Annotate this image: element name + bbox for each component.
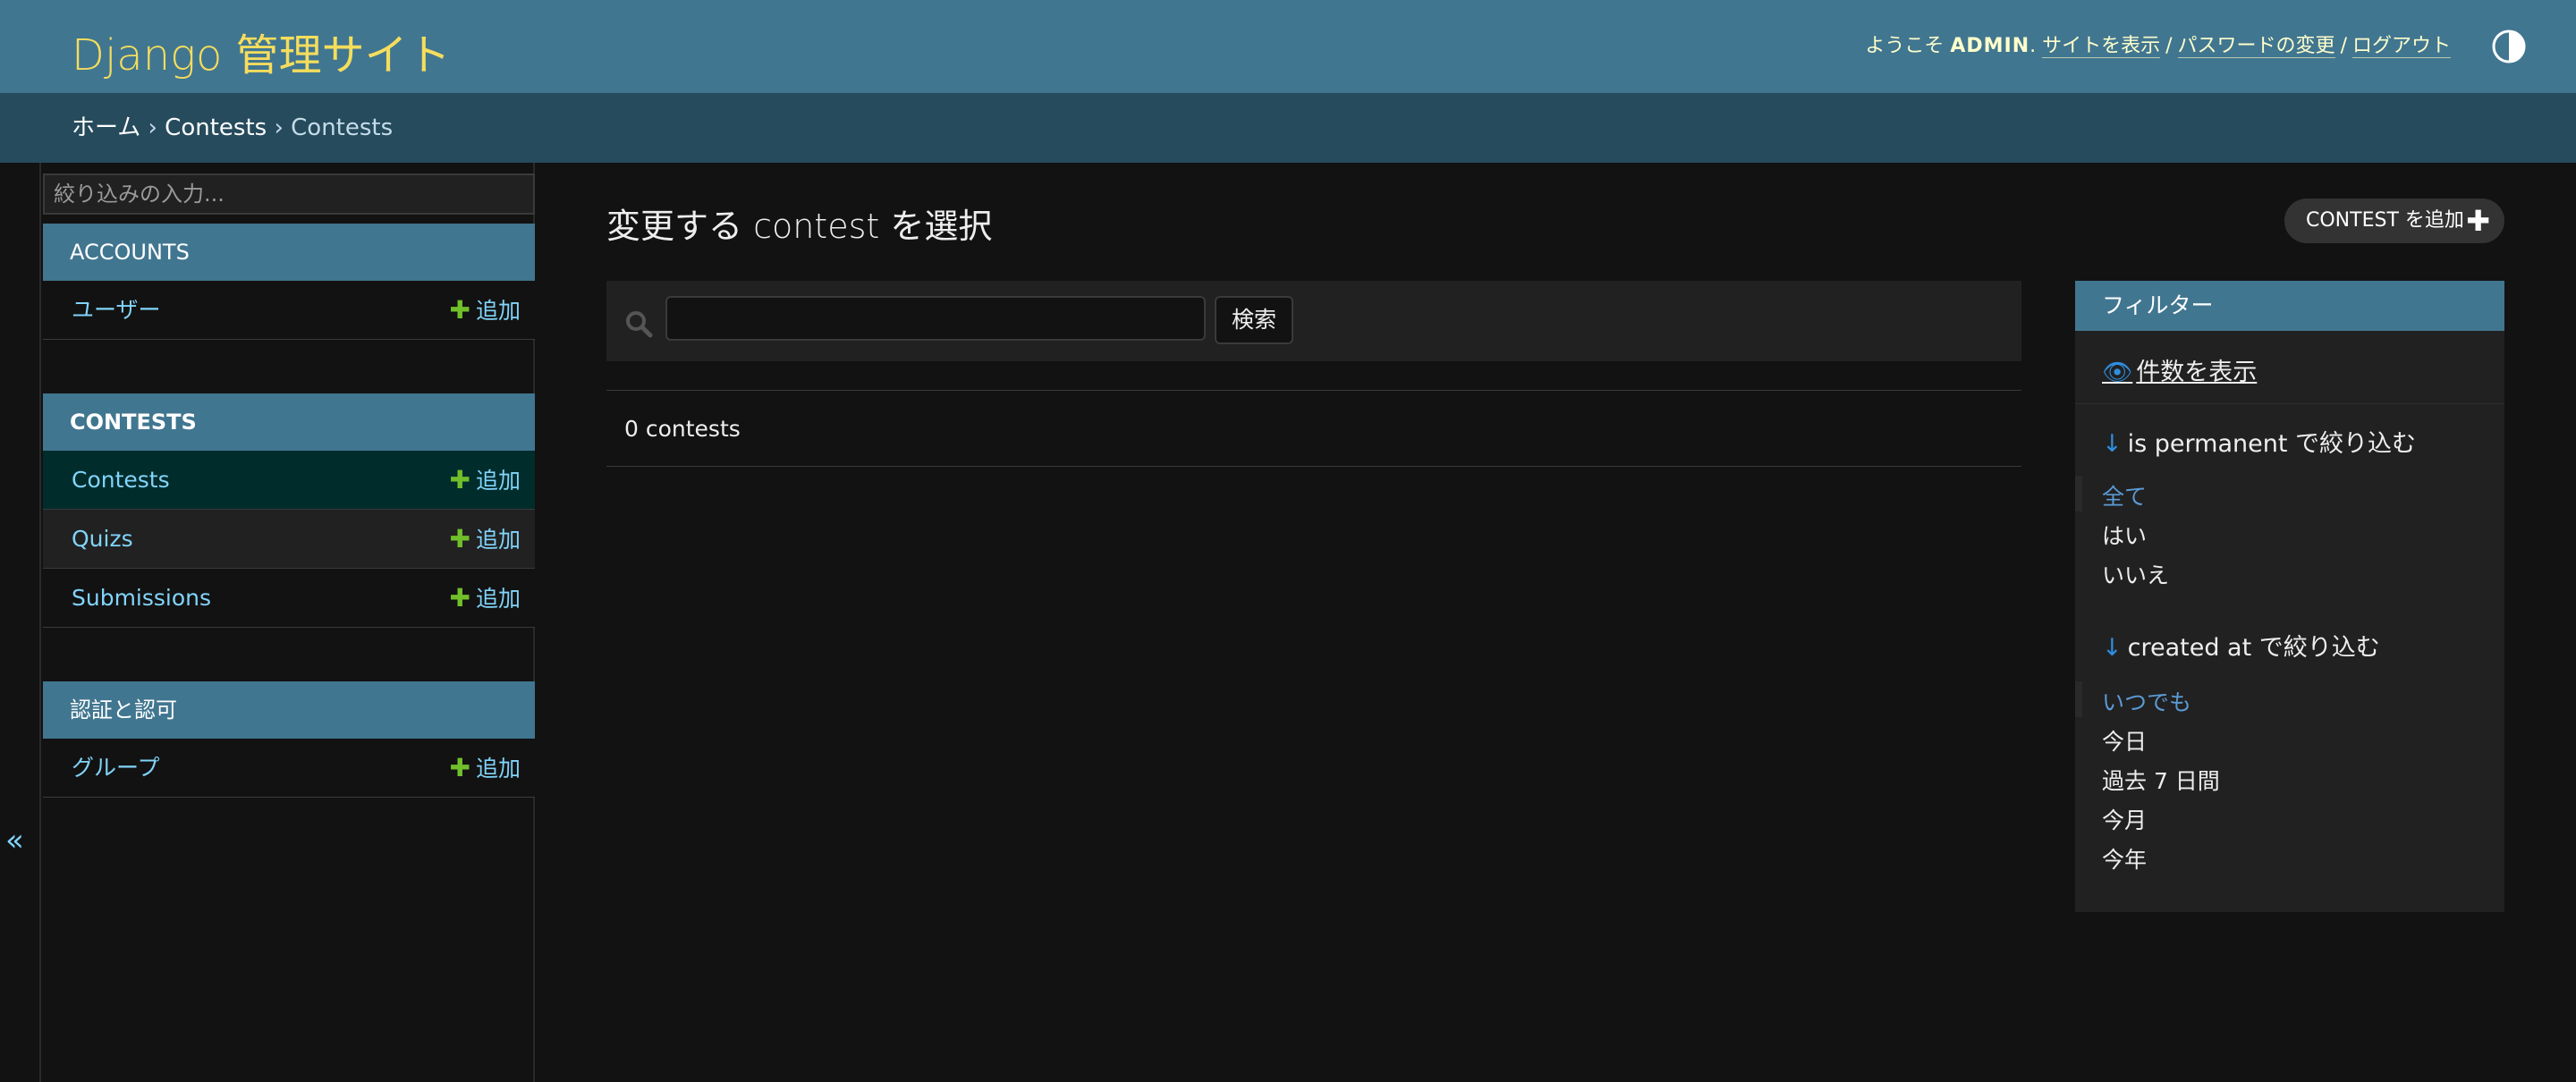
- contrast-icon[interactable]: [2491, 29, 2527, 64]
- result-count: 0 contests: [606, 390, 2021, 467]
- eye-icon: 👁: [2102, 359, 2133, 386]
- add-submission-link[interactable]: ✚ 追加: [450, 569, 521, 629]
- filter-heading-is-permanent[interactable]: ↓ is permanent で絞り込む: [2102, 424, 2416, 459]
- welcome-text: ようこそ: [1865, 35, 1945, 57]
- header: Django 管理サイト ようこそ ADMIN. サイトを表示 / パスワードの変更…: [0, 0, 2576, 93]
- show-counts-link[interactable]: 👁 件数を表示: [2102, 352, 2257, 387]
- breadcrumb-home[interactable]: ホーム: [72, 114, 140, 141]
- change-password-link[interactable]: パスワードの変更: [2177, 35, 2335, 58]
- filter-choice-no[interactable]: いいえ: [2102, 558, 2169, 590]
- arrow-down-icon: ↓: [2102, 430, 2123, 458]
- filter-choice-yes[interactable]: はい: [2102, 519, 2147, 551]
- filter-heading-label: is permanent で絞り込む: [2127, 430, 2417, 458]
- sidebar-item-users-link[interactable]: ユーザー: [72, 281, 161, 340]
- double-chevron-left-icon[interactable]: «: [5, 823, 24, 858]
- sidebar-item-submissions-link[interactable]: Submissions: [72, 569, 211, 628]
- username: ADMIN: [1950, 35, 2030, 57]
- sidebar-item-groups-link[interactable]: グループ: [72, 739, 160, 798]
- filter-choice-this-year[interactable]: 今年: [2102, 842, 2147, 875]
- sidebar-item-contests: Contests ✚ 追加: [43, 451, 535, 510]
- module-caption-contests[interactable]: CONTESTS: [43, 393, 535, 451]
- module-caption-auth[interactable]: 認証と認可: [43, 681, 535, 739]
- add-label: 追加: [475, 756, 521, 782]
- search-input[interactable]: [665, 296, 1206, 341]
- breadcrumb-separator: ›: [274, 114, 284, 141]
- module-contests: CONTESTS Contests ✚ 追加 Quizs ✚ 追加 Submissi…: [43, 393, 535, 628]
- sidebar-item-quizs: Quizs ✚ 追加: [43, 510, 535, 569]
- add-quiz-link[interactable]: ✚ 追加: [450, 510, 521, 570]
- divider: [2075, 403, 2504, 404]
- filter-choice-past-7-days[interactable]: 過去 7 日間: [2102, 764, 2220, 796]
- plus-icon: ✚: [2466, 204, 2490, 238]
- site-brand[interactable]: Django 管理サイト: [72, 20, 451, 82]
- breadcrumb-app[interactable]: Contests: [165, 114, 267, 141]
- breadcrumb: ホーム › Contests › Contests: [0, 93, 2576, 163]
- logout-link[interactable]: ログアウト: [2351, 35, 2451, 58]
- filter-choice-all[interactable]: 全て: [2102, 479, 2147, 511]
- sidebar-item-quizs-link[interactable]: Quizs: [72, 510, 133, 569]
- sidebar-item-submissions: Submissions ✚ 追加: [43, 569, 535, 628]
- filter-choice-today[interactable]: 今日: [2102, 724, 2147, 757]
- selected-marker: [2075, 681, 2082, 717]
- module-accounts: ACCOUNTS ユーザー ✚ 追加: [43, 224, 535, 340]
- plus-icon: ✚: [449, 524, 470, 554]
- sidebar: ACCOUNTS ユーザー ✚追加 CONTESTS Contests ✚追加 …: [39, 163, 535, 1082]
- sidebar-item-users: ユーザー ✚ 追加: [43, 281, 535, 340]
- add-label: 追加: [475, 468, 521, 494]
- filter-heading-created-at[interactable]: ↓ created at で絞り込む: [2102, 628, 2380, 663]
- module-auth: 認証と認可 グループ ✚ 追加: [43, 681, 535, 798]
- view-site-link[interactable]: サイトを表示: [2042, 35, 2161, 58]
- plus-icon: ✚: [449, 583, 470, 613]
- module-caption-accounts[interactable]: ACCOUNTS: [43, 224, 535, 281]
- plus-icon: ✚: [449, 753, 470, 782]
- add-label: 追加: [475, 527, 521, 553]
- search-button[interactable]: 検索: [1215, 296, 1293, 344]
- add-contest-button[interactable]: CONTEST を追加 ✚: [2284, 199, 2504, 243]
- separator: /: [2340, 35, 2347, 57]
- add-user-link[interactable]: ✚ 追加: [450, 281, 521, 341]
- filter-choice-this-month[interactable]: 今月: [2102, 803, 2147, 835]
- separator: /: [2165, 35, 2173, 57]
- arrow-down-icon: ↓: [2102, 634, 2123, 662]
- sidebar-filter-input[interactable]: [43, 173, 535, 215]
- filter-caption: フィルター: [2075, 281, 2504, 331]
- show-counts-label: 件数を表示: [2136, 359, 2258, 386]
- sidebar-item-contests-link[interactable]: Contests: [72, 451, 170, 510]
- add-group-link[interactable]: ✚ 追加: [450, 739, 521, 799]
- add-contest-link[interactable]: ✚ 追加: [450, 451, 521, 511]
- add-contest-button-label: CONTEST を追加: [2306, 209, 2464, 232]
- filter-choice-any-date[interactable]: いつでも: [2102, 685, 2191, 717]
- selected-marker: [2075, 476, 2082, 511]
- filter-heading-label: created at で絞り込む: [2127, 634, 2380, 662]
- plus-icon: ✚: [449, 295, 470, 325]
- search-toolbar: 検索: [606, 281, 2021, 361]
- search-icon: [626, 311, 653, 338]
- breadcrumb-separator: ›: [148, 114, 157, 141]
- breadcrumb-current: Contests: [291, 114, 394, 141]
- filter-panel: フィルター 👁 件数を表示 ↓ is permanent で絞り込む 全て はい い…: [2075, 281, 2504, 912]
- user-tools: ようこそ ADMIN. サイトを表示 / パスワードの変更 / ログアウト: [1865, 35, 2451, 58]
- add-label: 追加: [475, 298, 521, 324]
- page-title: 変更する contest を選択: [606, 207, 993, 246]
- plus-icon: ✚: [449, 465, 470, 495]
- sidebar-item-groups: グループ ✚ 追加: [43, 739, 535, 798]
- add-label: 追加: [475, 586, 521, 612]
